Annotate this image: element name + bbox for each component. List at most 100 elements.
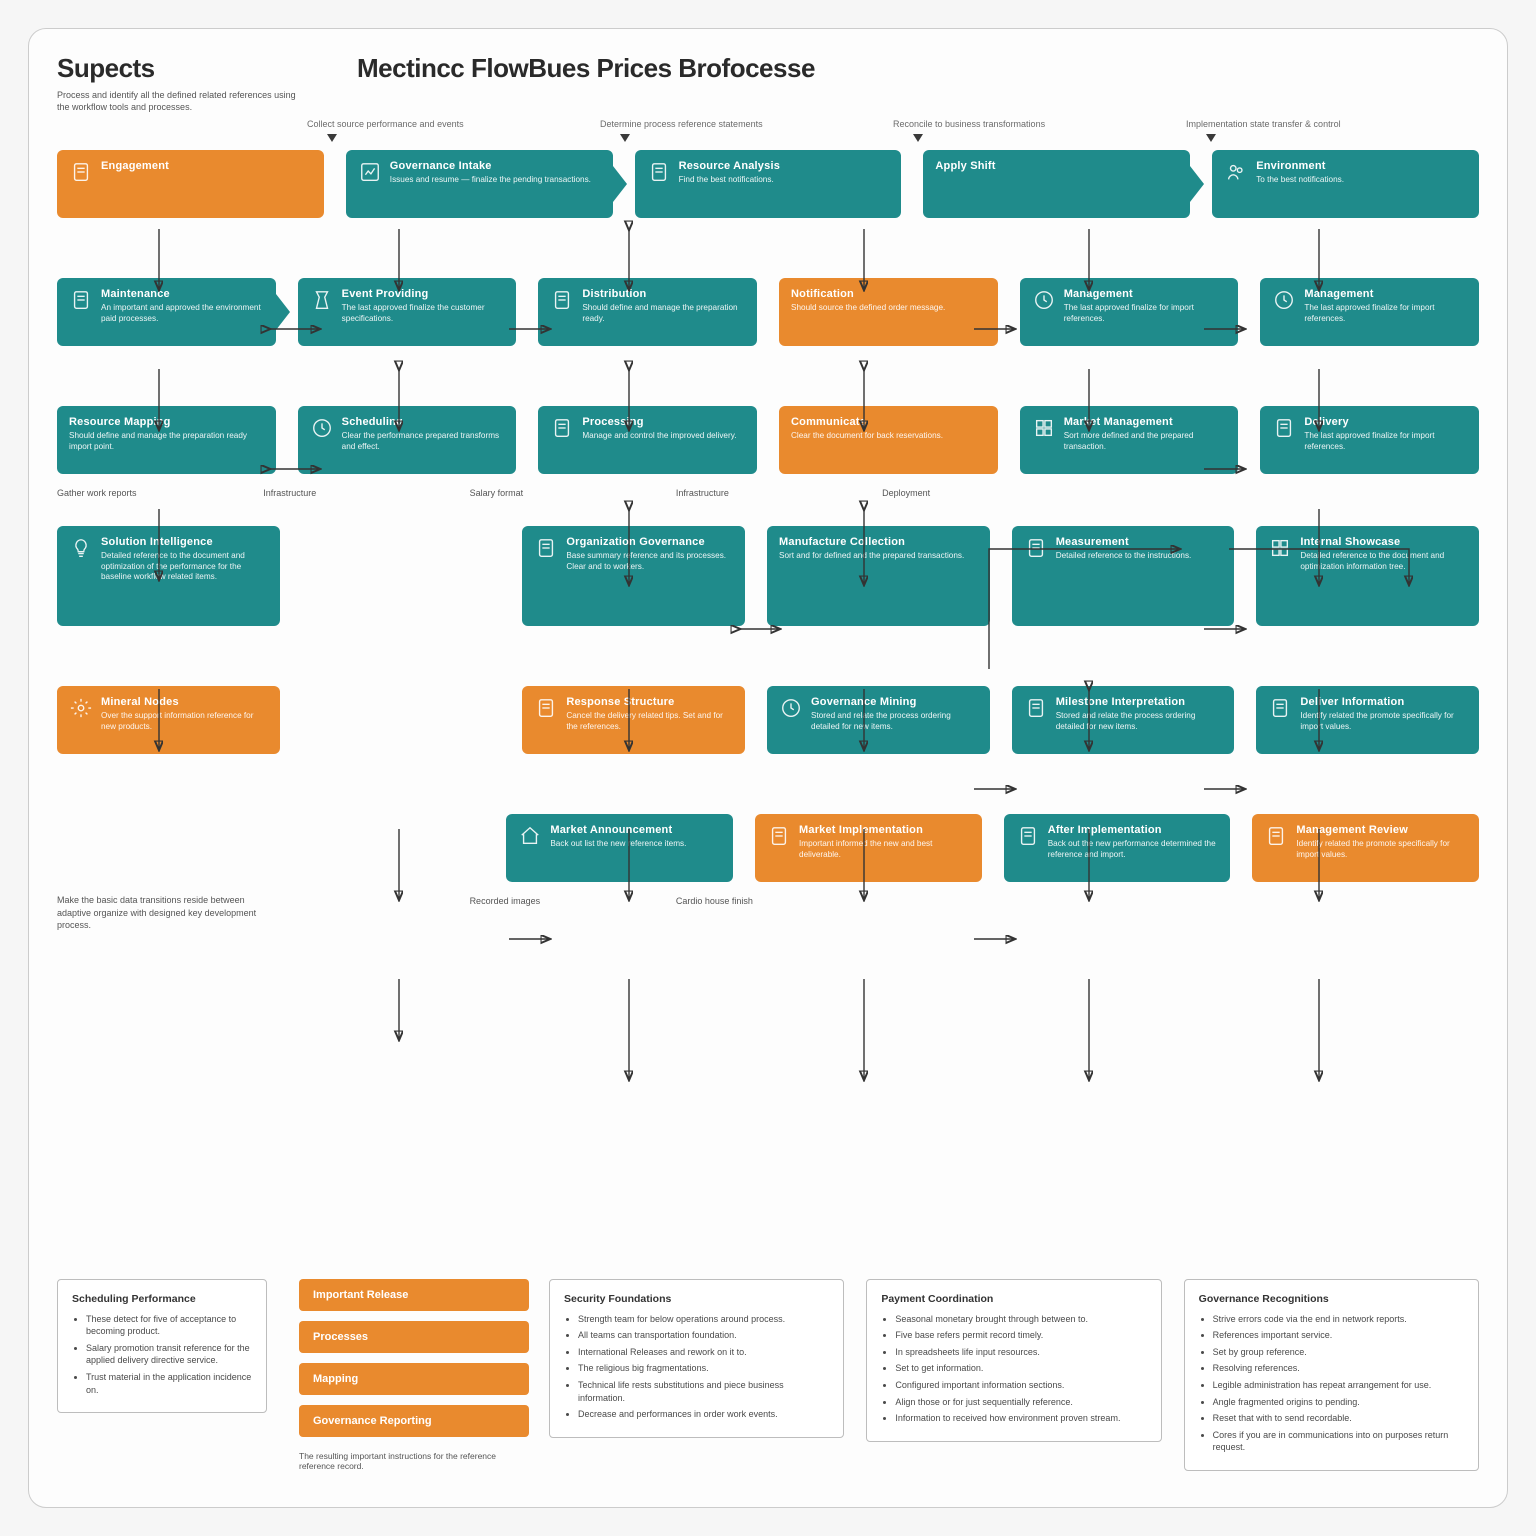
panel-item: Trust material in the application incide… [86, 1371, 252, 1396]
row-captions: Recorded imagesCardio house finish [57, 896, 1479, 906]
flow-row: Resource MappingShould define and manage… [57, 406, 1479, 474]
caption-label: Gather work reports [57, 488, 241, 498]
panel-item: Set by group reference. [1213, 1346, 1464, 1359]
node-desc: Detailed reference to the document and o… [1300, 551, 1467, 572]
panel-item: Angle fragmented origins to pending. [1213, 1396, 1464, 1409]
doc-icon [69, 160, 93, 184]
panel-item: Seasonal monetary brought through betwee… [895, 1313, 1146, 1326]
node-desc: Should define and manage the preparation… [582, 303, 745, 324]
node-desc: The last approved finalize for import re… [1304, 303, 1467, 324]
flow-node: Solution IntelligenceDetailed reference … [57, 526, 280, 626]
node-title: Maintenance [101, 288, 264, 300]
node-title: Milestone Interpretation [1056, 696, 1223, 708]
col-head-1: Collect source performance and events [307, 119, 600, 142]
node-desc: Cancel the delivery related tips. Set an… [566, 711, 733, 732]
flow-node: Delivery The last approved finalize for i… [1260, 406, 1479, 474]
flow-node: Internal ShowcaseDetailed reference to t… [1256, 526, 1479, 626]
flow-row: Market AnnouncementBack out list the new… [57, 814, 1479, 882]
panel-item: Legible administration has repeat arrang… [1213, 1379, 1464, 1392]
panel-item: These detect for five of acceptance to b… [86, 1313, 252, 1338]
panel-item: The religious big fragmentations. [578, 1362, 829, 1375]
node-title: Delivery [1304, 416, 1467, 428]
row-captions: Gather work reportsInfrastructureSalary … [57, 488, 1479, 498]
node-title: Measurement [1056, 536, 1223, 548]
left-subtitle: Process and identify all the defined rel… [57, 90, 297, 113]
caption-label [263, 896, 447, 906]
panel-2: Security FoundationsStrength team for be… [549, 1279, 844, 1438]
node-desc: Important informed the new and best deli… [799, 839, 970, 860]
flow-row: Solution IntelligenceDetailed reference … [57, 526, 1479, 626]
caption-label [1088, 488, 1272, 498]
panel-title: Scheduling Performance [72, 1292, 252, 1307]
doc-icon [1264, 824, 1288, 848]
node-title: Market Implementation [799, 824, 970, 836]
node-title: Management [1304, 288, 1467, 300]
panel-item: Cores if you are in communications into … [1213, 1429, 1464, 1454]
doc-icon [534, 696, 558, 720]
node-desc: Identify related the promote specificall… [1296, 839, 1467, 860]
flow-node: Governance IntakeIssues and resume — fin… [346, 150, 613, 218]
panel-item: International Releases and rework on it … [578, 1346, 829, 1359]
node-title: Event Providing [342, 288, 505, 300]
panel-item: References important service. [1213, 1329, 1464, 1342]
node-title: Organization Governance [566, 536, 733, 548]
node-title: Management [1064, 288, 1227, 300]
node-title: Engagement [101, 160, 312, 172]
panel-title: Payment Coordination [881, 1292, 1146, 1307]
node-title: Market Announcement [550, 824, 721, 836]
caption-label [1295, 488, 1479, 498]
panel-item: Resolving references. [1213, 1362, 1464, 1375]
flow-grid: Engagement Governance IntakeIssues and re… [57, 150, 1479, 906]
doc-icon [1024, 536, 1048, 560]
panel-title: Governance Recognitions [1199, 1292, 1464, 1307]
flow-node: NotificationShould source the defined or… [779, 278, 998, 346]
node-title: Communicate [791, 416, 986, 428]
flow-node: Market AnnouncementBack out list the new… [506, 814, 733, 882]
caption-label [1295, 896, 1479, 906]
flow-node: Mineral NodesOver the support informatio… [57, 686, 280, 754]
node-title: Manufacture Collection [779, 536, 978, 548]
left-title: Supects [57, 53, 297, 84]
doc-icon [69, 288, 93, 312]
panel-item: Configured important information section… [895, 1379, 1146, 1392]
doc-icon [550, 288, 574, 312]
col-head-4: Implementation state transfer & control [1186, 119, 1479, 142]
column-headers: Collect source performance and events De… [57, 119, 1479, 142]
flow-node: ProcessingManage and control the improve… [538, 406, 757, 474]
flow-node: Management The last approved finalize for… [1020, 278, 1239, 346]
caption-label: Cardio house finish [676, 896, 860, 906]
node-desc: Detailed reference to the instructions. [1056, 551, 1223, 561]
header: Supects Process and identify all the def… [57, 53, 1479, 113]
caption-label: Deployment [882, 488, 1066, 498]
doc-icon [1272, 416, 1296, 440]
diagram-frame: Supects Process and identify all the def… [28, 28, 1508, 1508]
node-desc: The last approved finalize for import re… [1064, 303, 1227, 324]
flow-node: EnvironmentTo the best notifications. [1212, 150, 1479, 218]
node-desc: Back out the new performance determined … [1048, 839, 1219, 860]
col-head-3: Reconcile to business transformations [893, 119, 1186, 142]
flow-node: DistributionShould define and manage the… [538, 278, 757, 346]
flow-node: After Implementation Back out the new per… [1004, 814, 1231, 882]
panel-item: Reset that with to send recordable. [1213, 1412, 1464, 1425]
caption-label: Infrastructure [676, 488, 860, 498]
node-desc: Should define and manage the preparation… [69, 431, 264, 452]
panel-item: All teams can transportation foundation. [578, 1329, 829, 1342]
node-desc: Over the support information reference f… [101, 711, 268, 732]
node-desc: Base summary reference and its processes… [566, 551, 733, 572]
bulb-icon [69, 536, 93, 560]
flow-node: Milestone Interpretation Stored and relat… [1012, 686, 1235, 754]
doc-icon [647, 160, 671, 184]
node-title: Governance Mining [811, 696, 978, 708]
node-desc: Issues and resume — finalize the pending… [390, 175, 601, 185]
flow-node: Response StructureCancel the delivery re… [522, 686, 745, 754]
node-title: After Implementation [1048, 824, 1219, 836]
panel-item: Information to received how environment … [895, 1412, 1146, 1425]
chart-icon [358, 160, 382, 184]
node-desc: The last approved finalize for import re… [1304, 431, 1467, 452]
clock-icon [1272, 288, 1296, 312]
node-desc: Stored and relate the process ordering d… [1056, 711, 1223, 732]
panel-1: Scheduling Performance These detect for f… [57, 1279, 267, 1413]
node-desc: Stored and relate the process ordering d… [811, 711, 978, 732]
node-title: Apply Shift [935, 160, 1178, 172]
doc-icon [534, 536, 558, 560]
